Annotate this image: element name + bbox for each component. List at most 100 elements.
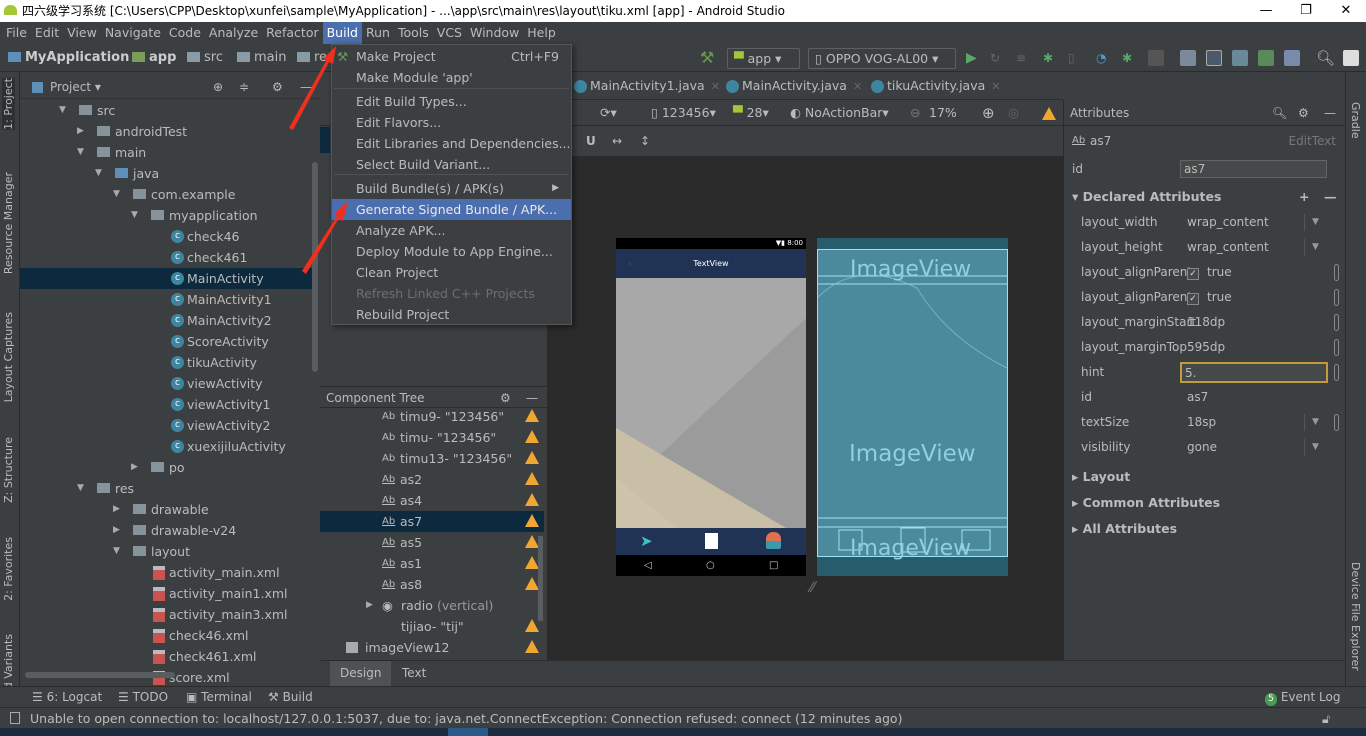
project-scrollbar[interactable] [312, 162, 318, 372]
menu-item[interactable]: Generate Signed Bundle / APK... [332, 199, 571, 220]
expand-arrow-icon[interactable]: ▼ [77, 478, 84, 499]
tree-item[interactable]: ▶ drawable [20, 499, 312, 520]
apply-code-icon[interactable]: ≡ [1016, 44, 1026, 72]
menu-help[interactable]: Help [523, 22, 560, 44]
dropdown-arrow-icon[interactable]: ▼ [1304, 439, 1326, 456]
hide-icon[interactable]: — [1324, 100, 1336, 126]
tree-item[interactable]: ▼ com.example [20, 184, 312, 205]
menu-vcs[interactable]: VCS [433, 22, 466, 44]
tool-tab-favorites[interactable]: 2: Favorites [2, 537, 15, 601]
close-tab-icon[interactable]: ✕ [853, 80, 862, 93]
expand-vertical-icon[interactable]: ↕ [640, 126, 650, 156]
device-button[interactable]: ▯ 123456▾ [651, 100, 716, 126]
zoom-fit-icon[interactable]: ◎ [1008, 100, 1019, 126]
collapse-arrow-icon[interactable]: ▶ [131, 457, 138, 478]
menu-item[interactable]: Make Project Ctrl+F9 ⚒ [332, 46, 571, 67]
component-tree-item[interactable]: imageView12 [320, 637, 544, 658]
run-icon[interactable]: ▶ [966, 44, 977, 72]
warning-icon[interactable] [525, 430, 539, 443]
tree-item[interactable]: c check461 [20, 247, 312, 268]
menu-file[interactable]: File [2, 22, 31, 44]
expand-arrow-icon[interactable]: ▼ [113, 541, 120, 562]
tool-tab-gradle[interactable]: Gradle [1349, 102, 1362, 139]
run-config-select[interactable]: ▀ app ▾ [727, 48, 800, 69]
tree-item[interactable]: c check46 [20, 226, 312, 247]
component-tree-item[interactable]: Ab as1 [320, 553, 544, 574]
collapse-arrow-icon[interactable]: ▶ [366, 595, 373, 616]
resize-handle[interactable]: ⁄⁄ [810, 580, 815, 596]
blueprint-preview[interactable]: ImageView ImageView ImageView [817, 238, 1008, 576]
search-icon[interactable]: 🔍︎ [1316, 44, 1335, 72]
tool-tab-structure[interactable]: Z: Structure [2, 437, 15, 503]
menu-item[interactable]: Make Module 'app' [332, 67, 571, 88]
component-tree-item[interactable]: Ab as5 [320, 532, 544, 553]
component-tree-item[interactable]: Ab timu9- "123456" [320, 406, 544, 427]
tree-item[interactable]: ▼ main [20, 142, 312, 163]
tree-item[interactable]: c MainActivity2 [20, 310, 312, 331]
tree-item[interactable]: c MainActivity [20, 268, 312, 289]
zoom-in-icon[interactable]: ⊕ [982, 100, 995, 126]
warning-icon[interactable] [525, 472, 539, 485]
maximize-button[interactable]: ❐ [1286, 0, 1326, 22]
tool-tab-device-file-explorer[interactable]: Device File Explorer [1349, 562, 1362, 671]
project-view-select[interactable]: Project ▾ [50, 75, 101, 99]
gear-icon[interactable]: ⚙ [1298, 100, 1309, 126]
tree-item[interactable]: c xuexijiluActivity [20, 436, 312, 457]
user-avatar[interactable] [1343, 50, 1359, 66]
hide-icon[interactable]: — [300, 75, 312, 99]
breadcrumb-main[interactable]: main [237, 44, 286, 72]
status-message[interactable]: Unable to open connection to: localhost/… [30, 711, 902, 726]
menu-refactor[interactable]: Refactor [262, 22, 322, 44]
menu-tools[interactable]: Tools [394, 22, 433, 44]
menu-edit[interactable]: Edit [31, 22, 63, 44]
tab-design[interactable]: Design [330, 661, 392, 686]
todo-button[interactable]: ☰ TODO [118, 687, 168, 708]
profile-icon[interactable]: ◔ [1096, 44, 1106, 72]
tree-item[interactable]: c MainActivity1 [20, 289, 312, 310]
component-tree-item[interactable]: Ab timu- "123456" [320, 427, 544, 448]
event-log-button[interactable]: 5 Event Log [1265, 687, 1340, 708]
warning-icon[interactable] [525, 535, 539, 548]
sdk-manager-icon[interactable] [1232, 50, 1248, 66]
expand-arrow-icon[interactable]: ▼ [131, 205, 138, 226]
tab-mainactivity[interactable]: MainActivity.java ✕ [724, 72, 862, 100]
tree-item[interactable]: c viewActivity1 [20, 394, 312, 415]
warning-icon[interactable] [525, 493, 539, 506]
menu-item[interactable]: Clean Project [332, 262, 571, 283]
warning-icon[interactable] [525, 409, 539, 422]
stop-icon[interactable] [1148, 50, 1164, 66]
attribute-value[interactable]: 595dp [1187, 335, 1225, 360]
logcat-button[interactable]: ☰ 6: Logcat [32, 687, 102, 708]
close-tab-icon[interactable]: ✕ [711, 80, 720, 93]
warning-icon[interactable] [525, 451, 539, 464]
attribute-value[interactable]: as7 [1187, 385, 1208, 410]
gear-icon[interactable]: ⚙ [272, 75, 283, 99]
section-layout[interactable]: ▸ Layout [1064, 464, 1346, 490]
debug-attach-icon[interactable]: ✱ [1122, 44, 1132, 72]
menu-analyze[interactable]: Analyze [205, 22, 262, 44]
api-level-button[interactable]: ▀ 28▾ [733, 100, 769, 126]
tab-tikuactivity[interactable]: tikuActivity.java ✕ [869, 72, 1001, 100]
debug-icon[interactable]: ✱ [1043, 44, 1053, 72]
device-select[interactable]: ▯ OPPO VOG-AL00 ▾ [808, 48, 956, 69]
lock-icon[interactable]: 🔓︎ [1322, 708, 1330, 729]
warning-icon[interactable] [525, 619, 539, 632]
tree-item[interactable]: ▼ src [20, 100, 312, 121]
menu-window[interactable]: Window [466, 22, 523, 44]
tree-item[interactable]: c ScoreActivity [20, 331, 312, 352]
component-tree-item[interactable]: Ab as8 [320, 574, 544, 595]
attribute-value[interactable]: 118dp [1187, 310, 1225, 335]
menu-item[interactable]: Build Bundle(s) / APK(s) ▶ [332, 178, 571, 199]
menu-item[interactable]: Rebuild Project [332, 304, 571, 325]
attribute-value[interactable]: wrap_content [1187, 210, 1269, 235]
resource-picker-icon[interactable] [1334, 314, 1339, 331]
component-tree-item[interactable]: Ab as2 [320, 469, 544, 490]
collapse-all-icon[interactable]: ≑ [239, 75, 249, 99]
make-hammer-icon[interactable]: ⚒ [700, 44, 714, 72]
tree-item[interactable]: activity_main.xml [20, 562, 312, 583]
attribute-value-checkbox[interactable]: ✓ true [1187, 260, 1232, 285]
resource-picker-icon[interactable] [1334, 289, 1339, 306]
resource-picker-icon[interactable] [1334, 364, 1339, 381]
expand-horizontal-icon[interactable]: ↔ [612, 126, 622, 156]
zoom-out-icon[interactable]: ⊖ [910, 100, 920, 126]
